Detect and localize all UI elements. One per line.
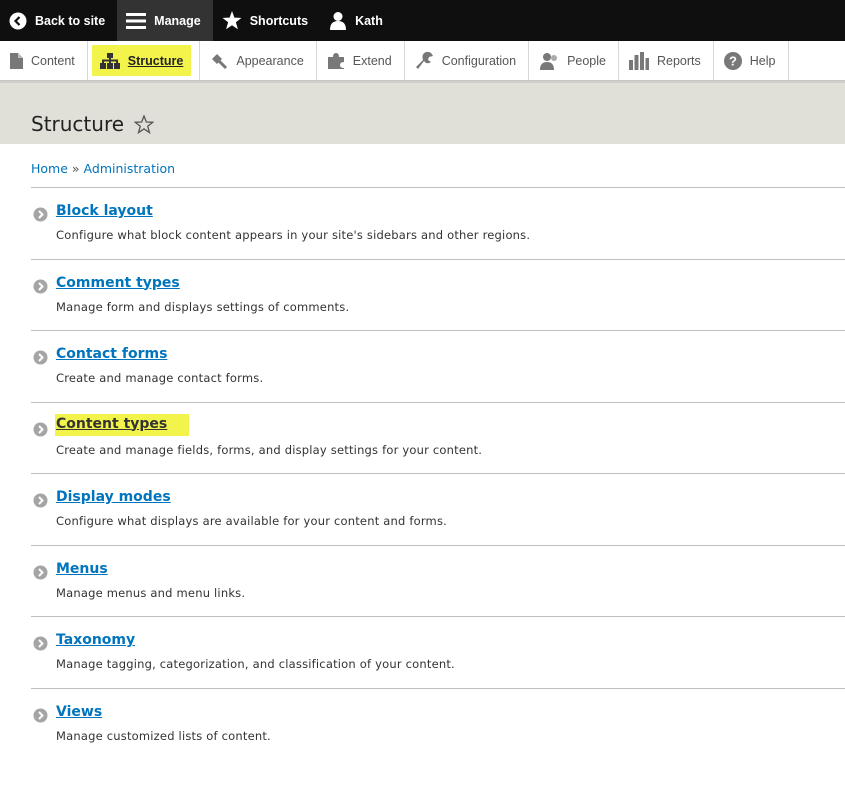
wrench-icon	[415, 51, 433, 69]
hamburger-icon	[126, 12, 147, 29]
breadcrumb-separator: »	[71, 161, 80, 176]
file-icon	[10, 52, 23, 69]
help-icon: ?	[723, 51, 742, 70]
content-types-link[interactable]: Content types	[55, 413, 190, 436]
tray-item-label: Extend	[352, 53, 392, 68]
chevron-right-icon	[33, 493, 48, 508]
list-item-contact-forms: Contact forms Create and manage contact …	[31, 331, 845, 403]
tray-item-configuration[interactable]: Configuration	[405, 41, 530, 80]
list-item-block-layout: Block layout Configure what block conten…	[31, 188, 845, 260]
list-item-description: Manage customized lists of content.	[56, 728, 271, 743]
manage-toggle[interactable]: Manage	[117, 0, 213, 41]
breadcrumb-home[interactable]: Home	[31, 161, 68, 176]
chevron-right-icon	[33, 708, 48, 722]
tray-item-label: Configuration	[441, 53, 517, 68]
display-modes-link[interactable]: Display modes	[56, 489, 171, 505]
admin-toolbar: Back to site Manage Shortcuts Kath	[0, 0, 845, 41]
list-item-description: Create and manage fields, forms, and dis…	[56, 442, 483, 457]
list-item-content-types: Content types Create and manage fields, …	[31, 403, 845, 474]
contact-forms-link[interactable]: Contact forms	[56, 346, 167, 362]
list-item-description: Manage form and displays settings of com…	[56, 299, 350, 314]
tray-item-people[interactable]: People	[529, 41, 619, 80]
star-icon	[222, 11, 242, 30]
paint-icon	[212, 53, 228, 69]
chart-icon	[629, 51, 649, 70]
list-item-taxonomy: Taxonomy Manage tagging, categorization,…	[31, 617, 845, 689]
list-item-description: Manage menus and menu links.	[56, 585, 246, 600]
tray-item-help[interactable]: ? Help	[714, 41, 789, 80]
tray-item-structure[interactable]: Structure	[91, 45, 192, 76]
chevron-right-icon	[33, 565, 48, 579]
chevron-right-icon	[33, 350, 48, 365]
page-title-text: Structure	[31, 112, 125, 136]
sitemap-icon	[99, 52, 120, 69]
list-item-description: Manage tagging, categorization, and clas…	[56, 657, 455, 671]
list-item-description: Create and manage contact forms.	[56, 371, 264, 385]
tray-item-extend[interactable]: Extend	[317, 41, 405, 80]
shortcut-star-icon[interactable]	[134, 114, 155, 134]
tray-item-content[interactable]: Content	[0, 41, 88, 80]
breadcrumb-administration[interactable]: Administration	[84, 161, 175, 176]
chevron-right-icon	[33, 207, 48, 222]
comment-types-link[interactable]: Comment types	[56, 275, 180, 291]
toolbar-tray: Content Structure Appearance Extend Conf…	[0, 41, 845, 81]
list-item-display-modes: Display modes Configure what displays ar…	[31, 474, 845, 546]
back-to-site-link[interactable]: Back to site	[0, 0, 117, 41]
list-item-description: Configure what block content appears in …	[56, 228, 531, 242]
block-layout-link[interactable]: Block layout	[56, 203, 153, 219]
back-arrow-icon	[9, 12, 27, 29]
tray-item-label: Help	[749, 53, 776, 68]
menus-link[interactable]: Menus	[56, 561, 108, 577]
tray-item-label: Structure	[127, 53, 184, 68]
admin-list: Block layout Configure what block conten…	[31, 187, 845, 760]
taxonomy-link[interactable]: Taxonomy	[56, 632, 135, 648]
views-link[interactable]: Views	[56, 704, 102, 720]
tray-item-label: Content	[31, 53, 75, 68]
list-item-comment-types: Comment types Manage form and displays s…	[31, 260, 845, 331]
people-icon	[540, 52, 558, 70]
list-item-views: Views Manage customized lists of content…	[31, 689, 845, 761]
tray-item-label: People	[567, 53, 606, 68]
list-item-description: Configure what displays are available fo…	[56, 514, 448, 528]
back-to-site-label: Back to site	[35, 13, 106, 28]
chevron-right-icon	[33, 279, 48, 293]
svg-text:?: ?	[729, 53, 737, 68]
list-item-menus: Menus Manage menus and menu links.	[31, 546, 845, 617]
page-title: Structure	[31, 112, 155, 136]
shortcuts-label: Shortcuts	[249, 13, 309, 28]
tray-item-reports[interactable]: Reports	[619, 41, 714, 80]
chevron-right-icon	[33, 422, 48, 436]
breadcrumb: Home » Administration	[31, 161, 175, 176]
user-label: Kath	[355, 13, 383, 28]
tray-item-label: Reports	[657, 53, 701, 68]
puzzle-icon	[327, 52, 344, 69]
user-icon	[330, 12, 347, 30]
chevron-right-icon	[33, 636, 48, 651]
manage-label: Manage	[154, 13, 201, 28]
shortcuts-toggle[interactable]: Shortcuts	[213, 0, 320, 41]
tray-item-appearance[interactable]: Appearance	[200, 41, 317, 80]
user-toggle[interactable]: Kath	[320, 0, 395, 41]
tray-item-label: Appearance	[236, 53, 304, 68]
